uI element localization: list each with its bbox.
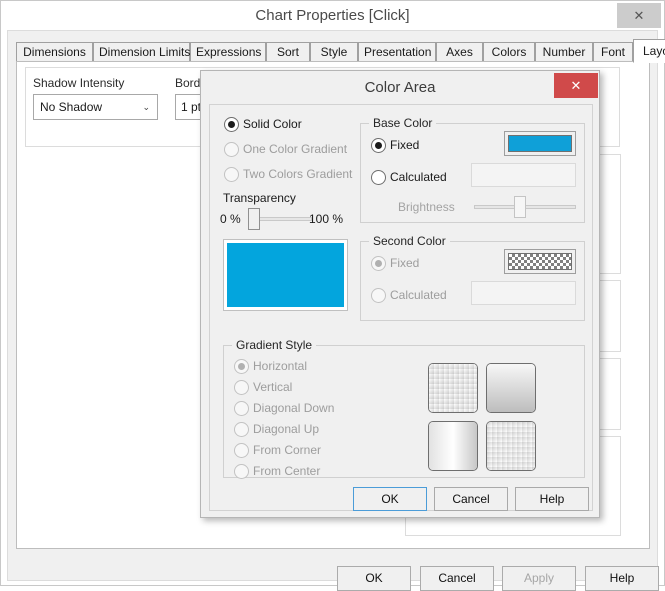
transparency-min-label: 0 %	[220, 212, 241, 226]
radio-second-fixed: Fixed	[371, 256, 419, 271]
color-area-dialog: Color Area ✕ Solid Color One Color Gradi…	[200, 70, 600, 518]
gradient-preview-tile-4	[486, 421, 536, 471]
gradient-style-group: Gradient Style Horizontal Vertical Diago…	[223, 338, 585, 479]
second-calculated-input	[471, 281, 576, 305]
gradient-tile-fill	[487, 422, 535, 470]
parent-title-bar: Chart Properties [Click] ✕	[1, 1, 664, 30]
base-color-swatch	[508, 135, 572, 152]
radio-gradient-vertical: Vertical	[234, 380, 292, 395]
transparency-max-label: 100 %	[309, 212, 344, 226]
ok-button[interactable]: OK	[337, 566, 411, 591]
dialog-help-button[interactable]: Help	[515, 487, 589, 511]
radio-gradient-diagonal-up: Diagonal Up	[234, 422, 319, 437]
dialog-title: Color Area	[364, 79, 436, 96]
radio-base-fixed[interactable]: Fixed	[371, 138, 419, 153]
tab-layout[interactable]: Layout	[633, 39, 665, 63]
tab-style[interactable]: Style	[310, 42, 358, 62]
radio-two-colors-gradient: Two Colors Gradient	[224, 167, 352, 182]
base-color-group: Base Color Fixed Calculated Brightness	[360, 116, 585, 223]
page-title: Chart Properties [Click]	[255, 7, 410, 24]
gradient-preview-tile-3	[428, 421, 478, 471]
radio-second-calculated: Calculated	[371, 288, 447, 303]
second-color-swatch	[508, 253, 572, 270]
help-button[interactable]: Help	[585, 566, 659, 591]
color-preview-fill	[227, 243, 344, 307]
radio-one-color-gradient: One Color Gradient	[224, 142, 347, 157]
tab-expressions[interactable]: Expressions	[190, 42, 266, 62]
dialog-close-icon[interactable]: ✕	[554, 73, 598, 98]
transparency-slider-thumb[interactable]	[248, 208, 260, 230]
radio-solid-color[interactable]: Solid Color	[224, 117, 302, 132]
tab-sort[interactable]: Sort	[266, 42, 310, 62]
brightness-slider-thumb	[514, 196, 526, 218]
base-color-group-title: Base Color	[369, 116, 437, 130]
gradient-tile-fill	[429, 422, 477, 470]
dialog-title-bar: Color Area ✕	[201, 71, 599, 105]
transparency-label: Transparency	[223, 191, 296, 205]
second-color-group-title: Second Color	[369, 234, 450, 248]
cancel-button[interactable]: Cancel	[420, 566, 494, 591]
tab-presentation[interactable]: Presentation	[358, 42, 436, 62]
dialog-body: Solid Color One Color Gradient Two Color…	[209, 104, 593, 511]
tab-axes[interactable]: Axes	[436, 42, 483, 62]
base-color-swatch-button[interactable]	[504, 131, 576, 156]
gradient-style-group-title: Gradient Style	[232, 338, 317, 352]
radio-gradient-diagonal-down: Diagonal Down	[234, 401, 334, 416]
tab-colors[interactable]: Colors	[483, 42, 535, 62]
tab-dimension-limits[interactable]: Dimension Limits	[93, 42, 190, 62]
gradient-preview-tile-1	[428, 363, 478, 413]
tab-dimensions[interactable]: Dimensions	[16, 42, 93, 62]
color-preview-box[interactable]	[223, 239, 348, 311]
radio-gradient-from-corner: From Corner	[234, 443, 321, 458]
tab-number[interactable]: Number	[535, 42, 593, 62]
apply-button: Apply	[502, 566, 576, 591]
tab-strip: Dimensions Dimension Limits Expressions …	[16, 39, 665, 63]
close-icon[interactable]: ✕	[617, 3, 661, 28]
radio-base-calculated[interactable]: Calculated	[371, 170, 447, 185]
dialog-cancel-button[interactable]: Cancel	[434, 487, 508, 511]
gradient-tile-fill	[487, 364, 535, 412]
base-calculated-input[interactable]	[471, 163, 576, 187]
second-color-group: Second Color Fixed Calculated	[360, 234, 585, 321]
radio-gradient-horizontal: Horizontal	[234, 359, 307, 374]
dialog-ok-button[interactable]: OK	[353, 487, 427, 511]
second-color-swatch-button	[504, 249, 576, 274]
gradient-preview-tile-2	[486, 363, 536, 413]
brightness-label: Brightness	[398, 200, 455, 214]
radio-gradient-from-center: From Center	[234, 464, 320, 479]
tab-font[interactable]: Font	[593, 42, 633, 62]
gradient-tile-fill	[429, 364, 477, 412]
